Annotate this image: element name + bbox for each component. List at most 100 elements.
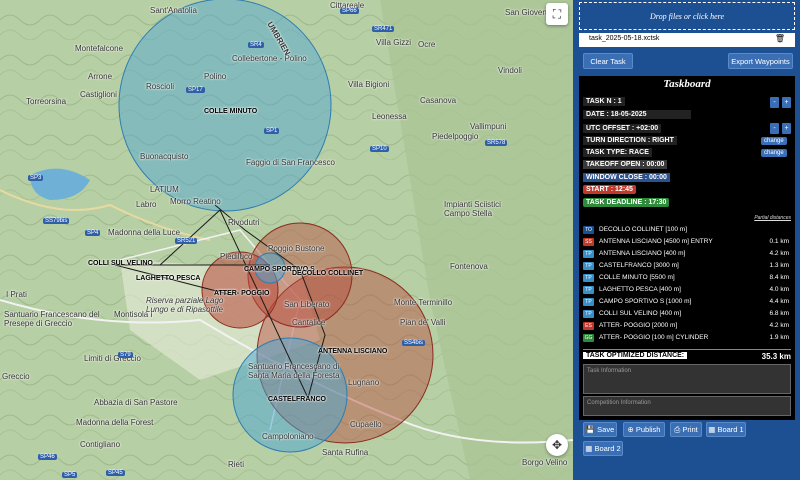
task-type-field: TASK TYPE: RACE — [583, 148, 652, 157]
competition-information-input[interactable]: Competition Information — [583, 396, 791, 416]
road-label: SP1 — [264, 128, 280, 134]
change-turn-button[interactable]: change — [761, 137, 787, 145]
task-deadline-field[interactable]: TASK DEADLINE : 17:30 — [583, 198, 670, 207]
road-label: SP66 — [340, 8, 359, 14]
waypoint-row[interactable]: TP ANTENNA LISCIANO [400 m] 4.2 km — [583, 249, 791, 260]
taskboard: Taskboard TASK N : 1 - + DATE : 18-05-20… — [579, 76, 795, 420]
waypoint-name: COLLI SUL VELINO [400 m] — [599, 310, 682, 317]
place-label: Labro — [136, 200, 157, 209]
waypoint-antenna-lisciano[interactable]: ANTENNA LISCIANO — [318, 348, 387, 355]
optimized-distance-label: TASK OPTIMIZED DISTANCE: — [583, 352, 688, 359]
road-label: SP5 — [62, 472, 78, 478]
save-button[interactable]: 💾 Save — [583, 422, 617, 437]
waypoint-row[interactable]: SS ANTENNA LISCIANO [4500 m] ENTRY 0.1 km — [583, 237, 791, 248]
place-label: Rieti — [228, 460, 245, 469]
board2-button[interactable]: ▦ Board 2 — [583, 441, 623, 456]
move-icon: ✥ — [551, 438, 563, 452]
road-label: SR4 — [248, 42, 264, 48]
waypoint-name: DECOLLO COLLINET [100 m] — [599, 226, 688, 233]
waypoint-laghetto-pesca[interactable]: LAGHETTO PESCA — [136, 275, 200, 282]
print-icon: ⎙ — [674, 424, 683, 434]
utc-decrement-button[interactable]: - — [770, 123, 779, 134]
place-label: Riserva parziale Lago Lungo e di Ripasot… — [146, 296, 224, 314]
waypoint-name: CASTELFRANCO [3000 m] — [599, 262, 679, 269]
waypoint-row[interactable]: GG ATTER- POGGIO [100 m] CYLINDER 1.9 km — [583, 333, 791, 344]
waypoint-distance: 4.2 km — [769, 322, 789, 329]
pan-button[interactable]: ✥ — [546, 434, 568, 456]
waypoint-decollo-collinet[interactable]: DECOLLO COLLINET — [292, 270, 363, 277]
task-file-bar: task_2025-05-18.xctsk 🗑 — [579, 33, 795, 47]
place-label: Villa Gizzi — [376, 38, 411, 47]
waypoint-type-badge: TP — [583, 286, 594, 294]
place-label: Greccio — [2, 372, 30, 381]
waypoint-type-badge: ES — [583, 322, 594, 330]
optimized-distance-value: 35.3 km — [761, 352, 791, 361]
place-label: Collebertone - Polino — [232, 54, 307, 63]
board1-button[interactable]: ▦ Board 1 — [706, 422, 746, 437]
waypoint-castelfranco[interactable]: CASTELFRANCO — [268, 396, 326, 403]
fullscreen-button[interactable]: ⛶ — [546, 3, 568, 25]
publish-button[interactable]: ⊕ Publish — [623, 422, 665, 437]
waypoint-name: LAGHETTO PESCA [400 m] — [599, 286, 681, 293]
waypoint-row[interactable]: TP COLLI SUL VELINO [400 m] 6.8 km — [583, 309, 791, 320]
waypoint-row[interactable]: TP COLLE MINUTO [5500 m] 8.4 km — [583, 273, 791, 284]
window-close-field[interactable]: WINDOW CLOSE : 00:00 — [583, 173, 670, 182]
table-icon: ▦ — [708, 425, 718, 434]
trash-icon[interactable]: 🗑 — [775, 34, 785, 43]
place-label: San Liberato — [284, 300, 330, 309]
clear-task-button[interactable]: Clear Task — [583, 53, 633, 69]
takeoff-open-field[interactable]: TAKEOFF OPEN : 00:00 — [583, 160, 668, 169]
utc-increment-button[interactable]: + — [782, 123, 791, 134]
waypoint-row[interactable]: TP CASTELFRANCO [3000 m] 1.3 km — [583, 261, 791, 272]
file-drop-zone[interactable]: Drop files or click here — [579, 2, 795, 30]
fullscreen-icon: ⛶ — [552, 6, 562, 21]
waypoint-distance: 8.4 km — [769, 274, 789, 281]
task-increment-button[interactable]: + — [782, 97, 791, 108]
print-button[interactable]: ⎙ Print — [670, 422, 702, 437]
road-label: SP17 — [186, 87, 205, 93]
waypoint-distance: 1.3 km — [769, 262, 789, 269]
waypoint-distance: 6.8 km — [769, 310, 789, 317]
waypoint-row[interactable]: TO DECOLLO COLLINET [100 m] — [583, 225, 791, 236]
board2-label: Board 2 — [594, 444, 621, 453]
change-type-button[interactable]: change — [761, 149, 787, 157]
road-label: SP4 — [85, 230, 101, 236]
place-label: LATIUM — [150, 185, 179, 194]
map-canvas — [0, 0, 573, 480]
road-label: SR578 — [485, 140, 508, 146]
place-label: Monte Terminillo — [394, 298, 453, 307]
place-label: Rivodutri — [228, 218, 260, 227]
waypoint-colle-minuto[interactable]: COLLE MINUTO — [204, 108, 257, 115]
place-label: Morro Reatino — [170, 197, 221, 206]
waypoint-row[interactable]: ES ATTER- POGGIO [2000 m] 4.2 km — [583, 321, 791, 332]
place-label: Contigliano — [80, 440, 121, 449]
place-label: Piediluco — [220, 252, 253, 261]
waypoint-row[interactable]: TP CAMPO SPORTIVO S [1000 m] 4.4 km — [583, 297, 791, 308]
task-map[interactable]: Cittareale Sant'Anatolia San Giovenale M… — [0, 0, 573, 480]
task-information-input[interactable]: Task Information — [583, 364, 791, 394]
task-number-field: TASK N : 1 — [583, 97, 625, 106]
waypoint-distance: 4.2 km — [769, 250, 789, 257]
road-label: SR521 — [175, 238, 198, 244]
waypoint-colli-sul-velino[interactable]: COLLI SUL VELINO — [88, 260, 153, 267]
place-label: Poggio Bustone — [268, 244, 325, 253]
task-decrement-button[interactable]: - — [770, 97, 779, 108]
place-label: Cupaello — [350, 420, 382, 429]
road-label: SR471 — [372, 26, 395, 32]
waypoint-name: COLLE MINUTO [5500 m] — [599, 274, 675, 281]
waypoint-type-badge: SS — [583, 238, 594, 246]
place-label: Madonna della Forest — [76, 418, 154, 427]
export-waypoints-button[interactable]: Export Waypoints — [728, 53, 793, 69]
partial-distances-label: Partial distances — [754, 215, 791, 221]
waypoint-type-badge: TP — [583, 298, 594, 306]
save-label: Save — [597, 425, 615, 434]
place-label: Lugnano — [348, 378, 380, 387]
waypoint-distance: 4.0 km — [769, 286, 789, 293]
waypoint-distance: 0.1 km — [769, 238, 789, 245]
start-time-field[interactable]: START : 12:45 — [583, 185, 636, 194]
waypoint-row[interactable]: TP LAGHETTO PESCA [400 m] 4.0 km — [583, 285, 791, 296]
road-label: SP46 — [38, 454, 57, 460]
date-field[interactable]: DATE : 18-05-2025 — [583, 110, 691, 119]
waypoint-atter-poggio[interactable]: ATTER- POGGIO — [214, 290, 269, 297]
place-label: Santa Rufina — [322, 448, 369, 457]
